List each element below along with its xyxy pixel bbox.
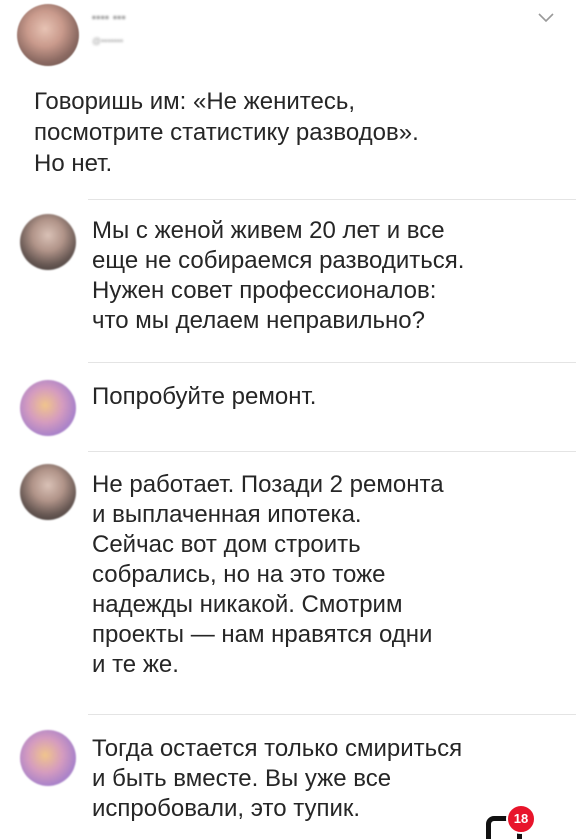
- reply-avatar[interactable]: [20, 464, 76, 520]
- reply-text-line: собрались, но на это тоже: [92, 561, 386, 588]
- reply-text-line: Попробуйте ремонт.: [92, 383, 317, 410]
- divider: [88, 451, 576, 452]
- author-avatar[interactable]: [17, 4, 79, 66]
- reply-text-line: что мы делаем неправильно?: [92, 307, 425, 334]
- reply-avatar[interactable]: [20, 380, 76, 436]
- reply-text-line: Тогда остается только смириться: [92, 735, 463, 762]
- chevron-down-icon[interactable]: [537, 10, 555, 24]
- divider: [88, 362, 576, 363]
- reply-text-line: Нужен совет профессионалов:: [92, 277, 437, 304]
- post-header: •••• ••• @•••••••: [0, 0, 576, 78]
- author-name[interactable]: •••• •••: [92, 12, 126, 24]
- reply-text-line: и быть вместе. Вы уже все: [92, 765, 392, 792]
- post-text: Говоришь им: «Не женитесь, посмотрите ст…: [34, 86, 554, 179]
- reply-text-line: еще не собираемся разводиться.: [92, 247, 465, 274]
- reply-avatar[interactable]: [20, 214, 76, 270]
- reply-avatar[interactable]: [20, 730, 76, 786]
- divider: [88, 199, 576, 200]
- reply-text-line: Мы с женой живем 20 лет и все: [92, 217, 445, 244]
- divider: [88, 714, 576, 715]
- reply-text: Попробуйте ремонт.: [92, 382, 562, 412]
- reply-text-line: проекты — нам нравятся одни: [92, 621, 433, 648]
- post-text-line: посмотрите статистику разводов».: [34, 119, 419, 146]
- reply-text: Не работает. Позади 2 ремонта и выплачен…: [92, 470, 562, 680]
- post-text-line: Говоришь им: «Не женитесь,: [34, 88, 355, 115]
- reply-text-line: Сейчас вот дом строить: [92, 531, 361, 558]
- reply-text-line: Не работает. Позади 2 ремонта: [92, 471, 444, 498]
- reply-text: Мы с женой живем 20 лет и все еще не соб…: [92, 216, 562, 336]
- reply-text-line: и те же.: [92, 651, 179, 678]
- reply-text-line: и выплаченная ипотека.: [92, 501, 362, 528]
- age-badge: 18: [506, 804, 536, 834]
- reply-text-line: надежды никакой. Смотрим: [92, 591, 403, 618]
- watermark-logo: 18: [478, 800, 542, 839]
- author-handle[interactable]: @•••••••: [92, 36, 123, 46]
- post-text-line: Но нет.: [34, 150, 113, 177]
